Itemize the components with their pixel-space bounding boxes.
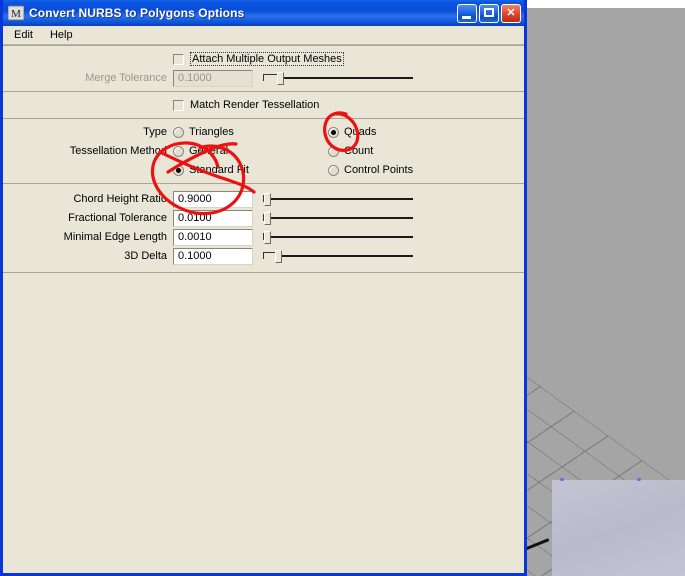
attach-multiple-output-meshes-checkbox[interactable] (173, 53, 184, 65)
match-render-tessellation-checkbox[interactable] (173, 99, 184, 111)
radio-control-points[interactable] (328, 164, 339, 176)
match-render-tessellation-section: Match Render Tessellation (3, 92, 524, 119)
chord-height-ratio-row: Chord Height Ratio (3, 190, 524, 208)
3d-delta-label: 3D Delta (124, 250, 167, 262)
attach-multiple-output-meshes-label: Attach Multiple Output Meshes (192, 53, 342, 65)
fractional-tolerance-input[interactable] (173, 209, 253, 227)
attach-multiple-output-meshes-focus-ring: Attach Multiple Output Meshes (190, 52, 344, 66)
maya-app-icon: M (7, 4, 25, 22)
tessellation-method-section: Type Triangles Quads Tessellation Method… (3, 119, 524, 184)
minimal-edge-length-label: Minimal Edge Length (63, 231, 167, 243)
radio-count[interactable] (328, 145, 339, 157)
tessellation-method-label: Tessellation Method (69, 145, 167, 157)
chord-height-ratio-slider-thumb[interactable] (264, 193, 271, 206)
type-label: Type (143, 126, 167, 138)
slider-trough (277, 77, 413, 79)
control-vertex-dot (637, 478, 641, 481)
svg-text:M: M (11, 8, 21, 20)
radio-general[interactable] (173, 145, 184, 157)
merge-tolerance-slider[interactable] (263, 69, 413, 87)
dialog-body: Attach Multiple Output Meshes Merge Tole… (3, 45, 524, 573)
minimal-edge-length-row: Minimal Edge Length (3, 228, 524, 246)
fractional-tolerance-slider[interactable] (263, 209, 413, 227)
radio-standard-fit-label: Standard Fit (189, 164, 249, 176)
chord-height-ratio-slider[interactable] (263, 190, 413, 208)
close-icon: ✕ (506, 6, 516, 19)
chord-height-ratio-label: Chord Height Ratio (73, 193, 167, 205)
slider-trough (264, 198, 413, 200)
radio-general-label: General (189, 145, 229, 157)
control-vertex-dot (560, 478, 564, 481)
chord-height-ratio-input[interactable] (173, 190, 253, 208)
method-option-count[interactable]: Count (328, 145, 377, 157)
fractional-tolerance-label: Fractional Tolerance (68, 212, 167, 224)
merge-tolerance-input[interactable] (173, 69, 253, 87)
3d-delta-row: 3D Delta (3, 247, 524, 265)
attach-multiple-output-meshes-row: Attach Multiple Output Meshes (3, 50, 524, 68)
minimal-edge-length-slider[interactable] (263, 228, 413, 246)
radio-control-points-label: Control Points (344, 164, 414, 176)
menu-bar: Edit Help (3, 26, 524, 45)
attach-section: Attach Multiple Output Meshes Merge Tole… (3, 45, 524, 92)
title-bar[interactable]: M Convert NURBS to Polygons Options ✕ (3, 0, 524, 26)
method-option-control-points[interactable]: Control Points (328, 164, 417, 176)
3d-delta-slider[interactable] (263, 247, 413, 265)
window-title: Convert NURBS to Polygons Options (29, 6, 245, 20)
slider-trough (264, 217, 413, 219)
menu-item-edit[interactable]: Edit (9, 28, 41, 42)
method-option-general[interactable]: General (173, 145, 328, 157)
radio-triangles-label: Triangles (189, 126, 234, 138)
convert-nurbs-to-polygons-dialog: M Convert NURBS to Polygons Options ✕ Ed… (0, 0, 527, 576)
method-row-general-count: Tessellation Method General Count (3, 142, 524, 160)
menu-item-help[interactable]: Help (45, 28, 81, 42)
minimal-edge-length-slider-thumb[interactable] (264, 231, 271, 244)
type-option-triangles[interactable]: Triangles (173, 126, 328, 138)
radio-standard-fit[interactable] (173, 164, 184, 176)
method-row-standardfit-controlpoints: Standard Fit Control Points (3, 161, 524, 179)
radio-quads[interactable] (328, 126, 339, 138)
method-option-standard-fit[interactable]: Standard Fit (173, 164, 328, 176)
type-option-quads[interactable]: Quads (328, 126, 380, 138)
numeric-fields-section: Chord Height Ratio Fractional Tolerance (3, 184, 524, 273)
radio-quads-label: Quads (344, 126, 377, 138)
match-render-tessellation-label: Match Render Tessellation (190, 99, 320, 111)
radio-triangles[interactable] (173, 126, 184, 138)
minimize-button[interactable] (457, 3, 477, 23)
type-row: Type Triangles Quads (3, 123, 524, 141)
3d-delta-slider-thumb[interactable] (275, 250, 282, 263)
slider-lead (263, 74, 278, 81)
minimal-edge-length-input[interactable] (173, 228, 253, 246)
match-render-tessellation-row: Match Render Tessellation (3, 96, 524, 114)
merge-tolerance-slider-thumb[interactable] (277, 72, 284, 85)
merge-tolerance-row: Merge Tolerance (3, 69, 524, 87)
fractional-tolerance-slider-thumb[interactable] (264, 212, 271, 225)
merge-tolerance-label: Merge Tolerance (85, 72, 167, 84)
nurbs-surface-object[interactable] (552, 478, 685, 576)
3d-delta-input[interactable] (173, 247, 253, 265)
fractional-tolerance-row: Fractional Tolerance (3, 209, 524, 227)
slider-trough (264, 236, 413, 238)
close-button[interactable]: ✕ (501, 3, 521, 23)
radio-count-label: Count (344, 145, 374, 157)
slider-trough (275, 255, 413, 257)
maximize-button[interactable] (479, 3, 499, 23)
